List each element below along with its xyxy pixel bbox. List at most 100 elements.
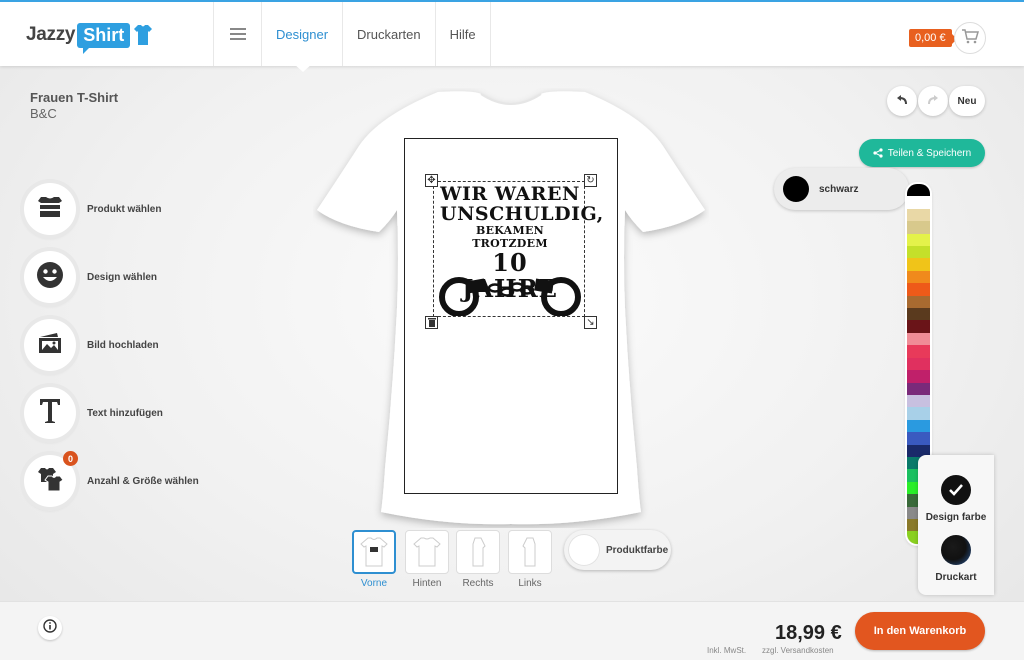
nav-hilfe[interactable]: Hilfe [434, 2, 491, 66]
logo[interactable]: Jazzy Shirt [26, 18, 153, 54]
quantity-badge: 0 [63, 451, 78, 466]
design-line-3: BEKAMEN TROTZDEM [472, 224, 548, 250]
product-color-swatch [568, 534, 600, 566]
color-swatch[interactable] [907, 332, 930, 346]
color-swatch[interactable] [907, 246, 930, 259]
nav-druckarten[interactable]: Druckarten [342, 2, 435, 66]
shirts-icon [36, 466, 64, 497]
color-swatch[interactable] [907, 283, 930, 296]
color-swatch[interactable] [907, 233, 930, 247]
add-to-cart-button[interactable]: In den Warenkorb [855, 612, 985, 650]
share-save-label: Teilen & Speichern [887, 147, 972, 159]
stack-icon [37, 196, 63, 223]
view-left-thumb [508, 530, 552, 574]
tool-text-circle [24, 387, 76, 439]
product-brand: B&C [30, 106, 57, 121]
view-back[interactable]: Hinten [405, 530, 449, 589]
color-swatch[interactable] [907, 419, 930, 433]
color-swatch[interactable] [907, 394, 930, 408]
menu-button[interactable] [213, 2, 261, 66]
view-front-label: Vorne [360, 578, 388, 589]
tool-text[interactable]: Text hinzufügen [24, 387, 163, 439]
color-swatch[interactable] [907, 345, 930, 358]
color-swatch[interactable] [907, 320, 930, 333]
redo-button[interactable] [918, 86, 948, 116]
text-t-icon [38, 397, 62, 430]
cart-icon [961, 28, 979, 49]
cart-button[interactable] [954, 22, 986, 54]
undo-icon [896, 92, 908, 110]
rotate-handle[interactable]: ↻ [584, 174, 597, 187]
share-save-button[interactable]: Teilen & Speichern [859, 139, 985, 167]
move-icon: ✥ [427, 174, 436, 186]
view-left-label: Links [518, 578, 542, 589]
resize-icon: ↘ [586, 316, 595, 328]
design-color-option[interactable]: Design farbe [918, 475, 994, 523]
print-type-option[interactable]: Druckart [918, 535, 994, 583]
tax-note: Inkl. MwSt. [707, 646, 747, 655]
color-swatch[interactable] [907, 208, 930, 222]
color-swatch[interactable] [907, 357, 930, 371]
hamburger-icon [229, 28, 246, 40]
view-front-thumb [352, 530, 396, 574]
shipping-note[interactable]: zzgl. Versandkosten [762, 646, 834, 655]
design-line-1: WIR WAREN [440, 183, 580, 205]
color-swatch[interactable] [907, 382, 930, 395]
design-line-2: UNSCHULDIG, [440, 203, 604, 225]
view-right-label: Rechts [462, 578, 494, 589]
print-type-label: Druckart [935, 572, 977, 583]
tool-quantity-size[interactable]: 0 Anzahl & Größe wählen [24, 451, 199, 507]
product-color-button[interactable]: Produktfarbe [564, 530, 671, 570]
product-name: Frauen T-Shirt [30, 90, 119, 105]
color-swatch[interactable] [907, 258, 930, 271]
trash-icon [427, 314, 436, 332]
color-swatch[interactable] [907, 432, 930, 445]
top-bar: Jazzy Shirt Designer Druckarten Hilfe 0,… [0, 0, 1024, 66]
view-right-thumb [456, 530, 500, 574]
color-swatch[interactable] [907, 308, 930, 321]
tool-design-label: Design wählen [87, 271, 158, 283]
color-swatch[interactable] [907, 221, 930, 234]
smiley-icon [36, 261, 64, 294]
tool-text-label: Text hinzufügen [87, 407, 163, 419]
tool-upload[interactable]: Bild hochladen [24, 319, 159, 371]
nav-active-indicator [294, 64, 312, 72]
info-button[interactable] [38, 616, 62, 640]
selected-color-name: schwarz [819, 183, 859, 195]
tool-design[interactable]: Design wählen [24, 251, 157, 303]
tool-quantity-circle: 0 [24, 451, 78, 507]
color-swatch[interactable] [907, 295, 930, 309]
check-icon [941, 475, 971, 505]
view-left[interactable]: Links [508, 530, 552, 589]
handcuffs-graphic [437, 272, 583, 321]
color-swatch[interactable] [907, 407, 930, 420]
main-nav: Designer Druckarten Hilfe [213, 2, 491, 66]
tool-upload-circle [24, 319, 76, 371]
new-button[interactable]: Neu [949, 86, 985, 116]
color-swatch[interactable] [907, 270, 930, 284]
color-swatch[interactable] [907, 196, 930, 209]
color-swatch[interactable] [907, 370, 930, 383]
logo-jazzy-text: Jazzy [26, 24, 76, 45]
tool-product[interactable]: Produkt wählen [24, 183, 161, 235]
image-upload-icon [37, 331, 63, 360]
view-right[interactable]: Rechts [456, 530, 500, 589]
cart-total-badge[interactable]: 0,00 € [909, 29, 957, 47]
color-swatch[interactable] [907, 184, 930, 197]
tool-quantity-label: Anzahl & Größe wählen [87, 475, 199, 487]
selected-color-indicator[interactable]: schwarz [774, 168, 909, 210]
design-options-panel: Design farbe Druckart [918, 455, 994, 595]
rotate-icon: ↻ [586, 174, 595, 186]
nav-designer[interactable]: Designer [261, 2, 342, 66]
product-color-label: Produktfarbe [606, 544, 669, 556]
undo-button[interactable] [887, 86, 917, 116]
design-color-label: Design farbe [925, 512, 987, 523]
view-front[interactable]: Vorne [352, 530, 396, 589]
tool-product-circle [24, 183, 76, 235]
view-back-thumb [405, 530, 449, 574]
tool-upload-label: Bild hochladen [87, 339, 159, 351]
resize-handle[interactable]: ↘ [584, 316, 597, 329]
move-handle[interactable]: ✥ [425, 174, 438, 187]
logo-shirt-text: Shirt [77, 22, 131, 54]
selected-color-swatch [783, 176, 809, 202]
